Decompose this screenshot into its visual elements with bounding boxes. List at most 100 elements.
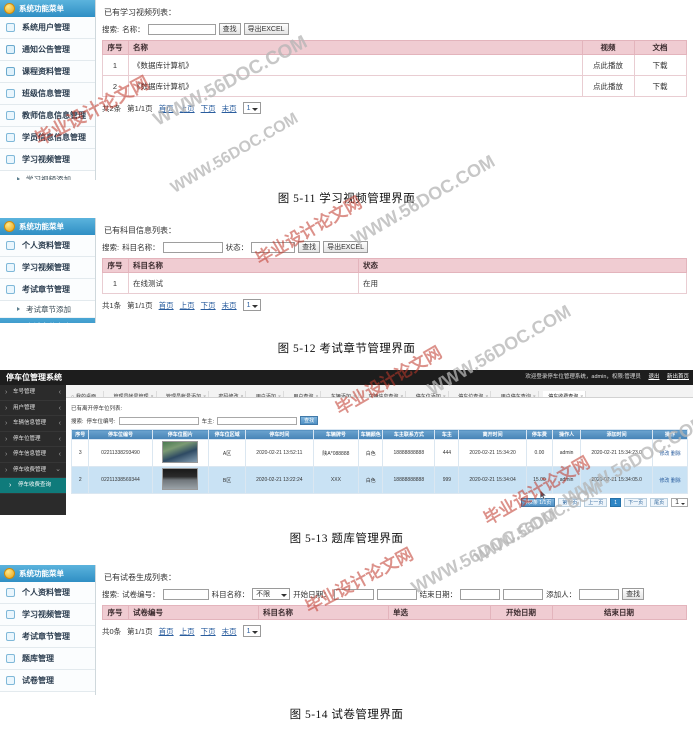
sidebar-item-parking-info[interactable]: 停车信息管理 [0,447,66,463]
sidebar-item-user[interactable]: 用户管理 [0,401,66,416]
sidebar-item-video[interactable]: 学习视频管理 [0,149,95,171]
lot-no-input[interactable] [118,416,199,425]
tab-admin-add[interactable]: 管理员帐号添加 [160,391,209,397]
find-button[interactable]: 查找 [298,241,321,253]
start-date-input[interactable] [333,588,374,600]
screenshot-panel-1: 系统功能菜单 系统用户管理 通知公告管理 课程资料管理 班级信息管理 教师信息信… [0,0,693,180]
col-no: 序号 [70,429,90,440]
adder-input[interactable] [579,588,620,600]
sidebar-subitem-chapter-add[interactable]: 考试章节添加 [0,301,95,318]
prev-page-link[interactable]: 上页 [180,626,195,637]
sidebar-item-label: 个人资料管理 [22,588,70,597]
first-page-link[interactable]: 首页 [159,626,174,637]
next-page-button[interactable]: 下一页 [624,498,648,507]
last-page-link[interactable]: 末页 [222,626,237,637]
play-link[interactable]: 点此播放 [582,75,635,97]
next-page-link[interactable]: 下页 [201,103,216,114]
pagination: 共0条 第1/1页 首页 上页 下页 末页 1 [102,625,687,637]
edit-link[interactable]: 修改 [659,451,669,457]
owner-input[interactable] [217,416,298,425]
find-button[interactable]: 查找 [218,23,241,35]
sidebar-item-teacher[interactable]: 教师信息信息管理 [0,105,95,127]
name-input[interactable] [147,23,216,35]
tab-admin-account[interactable]: 管理员帐号管理 [108,391,157,397]
sidebar-item-profile[interactable]: 个人资料管理 [0,582,95,604]
tab-space-add[interactable]: 停车位添加 [410,391,449,397]
tab-vehicle-query[interactable]: 车辆信息查询 [363,391,407,397]
sidebar-item-exam-chapter[interactable]: 考试章节管理 [0,626,95,648]
export-excel-button[interactable]: 导出EXCEL [243,23,289,35]
sidebar-item-notice[interactable]: 通知公告管理 [0,39,95,61]
play-link[interactable]: 点此播放 [582,54,635,76]
page-size-select[interactable]: 1 [671,498,688,507]
sidebar-item-video[interactable]: 学习视频管理 [0,604,95,626]
logout-link[interactable]: 退出 [648,374,659,380]
col-plate: 车辆牌号 [312,429,360,440]
parking-photo-thumbnail[interactable] [162,441,199,463]
name-label: 名称： [122,24,145,34]
next-page-link[interactable]: 下页 [201,626,216,637]
find-button[interactable]: 查找 [622,588,645,600]
edit-link[interactable]: 修改 [659,478,669,484]
sidebar-subitem-paper-add[interactable]: 试卷添加 [0,692,95,695]
delete-link[interactable]: 删除 [671,478,681,484]
pagination: 共2条 1/1页 第一页 上一页 1 下一页 尾页 1 [71,498,688,507]
end-date-input-2[interactable] [503,588,544,600]
tab-desktop[interactable]: 我的桌面 [66,391,105,397]
sidebar-subitem-video-add[interactable]: 学习视频添加 [0,171,95,180]
parking-photo-thumbnail[interactable] [162,468,199,490]
sidebar-item-plate[interactable]: 车号管理 [0,385,66,401]
tab-user-add[interactable]: 用户添加 [250,391,284,397]
first-page-link[interactable]: 首页 [159,103,174,114]
back-home-link[interactable]: 新出首页 [667,374,689,380]
page-select[interactable]: 1 [242,299,261,311]
next-page-link[interactable]: 下页 [201,300,216,311]
end-date-input[interactable] [460,588,501,600]
sidebar-item-question-bank[interactable]: 题库管理 [0,648,95,670]
prev-page-button[interactable]: 上一页 [584,498,608,507]
sidebar-item-course[interactable]: 课程资料管理 [0,61,95,83]
tab-vehicle-add[interactable]: 车辆添加 [325,391,359,397]
tab-user-parking-query[interactable]: 用户停车查询 [495,391,539,397]
first-page-link[interactable]: 首页 [159,300,174,311]
prev-page-link[interactable]: 上页 [180,103,195,114]
tab-password[interactable]: 密码修改 [213,391,247,397]
sidebar-item-profile[interactable]: 个人资料管理 [0,235,95,257]
status-input[interactable] [251,241,296,253]
sidebar-item-student[interactable]: 学员信息信息管理 [0,127,95,149]
tab-space-query[interactable]: 停车位查询 [453,391,492,397]
subject-input[interactable] [162,241,223,253]
export-excel-button[interactable]: 导出EXCEL [323,241,369,253]
tab-user-query[interactable]: 用户查询 [288,391,322,397]
start-date-input-2[interactable] [376,588,417,600]
last-page-link[interactable]: 末页 [222,300,237,311]
sidebar-subitem-fee-query[interactable]: 停车收费查询 [0,478,66,494]
paper-no-input[interactable] [162,588,209,600]
col-paper-no: 试卷编号 [128,605,259,620]
sidebar-item-class[interactable]: 班级信息管理 [0,83,95,105]
download-link[interactable]: 下载 [634,75,687,97]
prev-page-link[interactable]: 上页 [180,300,195,311]
sidebar-item-exam-chapter[interactable]: 考试章节管理 [0,279,95,301]
sidebar-item-label: 通知公告管理 [22,45,70,54]
figure-caption-3: 图 5-13 题库管理界面 [289,533,404,545]
sidebar-item-paper[interactable]: 试卷管理 [0,670,95,692]
sidebar-item-vehicle-info[interactable]: 车辆信息管理 [0,416,66,432]
find-button[interactable]: 查找 [300,416,319,425]
sidebar-subitem-chapter-query[interactable]: 考试章节查询 [0,318,95,323]
current-page-button[interactable]: 1 [610,498,622,507]
subject-select[interactable]: 不限 [252,588,291,600]
sidebar-item-system-user[interactable]: 系统用户管理 [0,17,95,39]
last-page-link[interactable]: 末页 [222,103,237,114]
sidebar-item-video[interactable]: 学习视频管理 [0,257,95,279]
first-page-button[interactable]: 第一页 [558,498,582,507]
download-link[interactable]: 下载 [634,54,687,76]
tab-fee-query[interactable]: 停车收费查询 [543,391,587,397]
sidebar-item-parking-fee[interactable]: 停车收费管理 [0,462,66,478]
cell-lot-image [151,439,210,467]
page-select[interactable]: 1 [242,102,261,114]
page-select[interactable]: 1 [242,625,261,637]
last-page-button[interactable]: 尾页 [650,498,669,507]
sidebar-item-parking-space[interactable]: 停车位管理 [0,432,66,447]
delete-link[interactable]: 删除 [671,451,681,457]
